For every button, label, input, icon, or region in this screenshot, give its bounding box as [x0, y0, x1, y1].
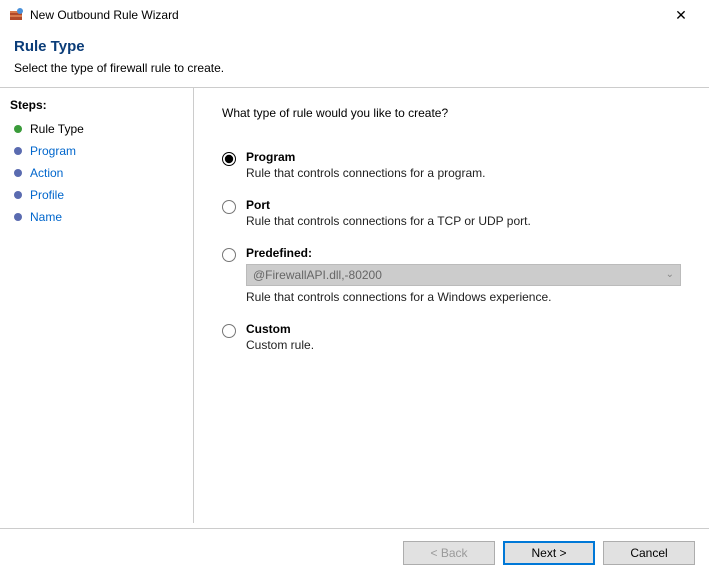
- wizard-footer: < Back Next > Cancel: [0, 528, 709, 576]
- step-name[interactable]: Name: [0, 206, 193, 228]
- step-bullet-icon: [14, 213, 22, 221]
- steps-heading: Steps:: [0, 96, 193, 118]
- step-link[interactable]: Name: [30, 210, 62, 224]
- wizard-content: Steps: Rule Type Program Action Profile …: [0, 87, 709, 523]
- combo-value: @FirewallAPI.dll,-80200: [253, 268, 382, 282]
- option-desc: Rule that controls connections for a TCP…: [246, 214, 681, 228]
- option-desc: Rule that controls connections for a pro…: [246, 166, 681, 180]
- close-button[interactable]: ✕: [661, 0, 701, 30]
- window-title: New Outbound Rule Wizard: [30, 8, 661, 22]
- wizard-main: What type of rule would you like to crea…: [194, 88, 709, 523]
- chevron-down-icon: ⌄: [666, 269, 674, 280]
- step-bullet-icon: [14, 125, 22, 133]
- option-label: Predefined:: [246, 246, 681, 260]
- step-rule-type[interactable]: Rule Type: [0, 118, 193, 140]
- option-port[interactable]: Port Rule that controls connections for …: [222, 198, 681, 228]
- radio-program[interactable]: [222, 152, 236, 166]
- radio-predefined[interactable]: [222, 248, 236, 262]
- step-profile[interactable]: Profile: [0, 184, 193, 206]
- titlebar: New Outbound Rule Wizard ✕: [0, 0, 709, 30]
- wizard-header: Rule Type Select the type of firewall ru…: [0, 30, 709, 87]
- rule-type-question: What type of rule would you like to crea…: [222, 106, 681, 120]
- predefined-combo[interactable]: @FirewallAPI.dll,-80200 ⌄: [246, 264, 681, 286]
- step-link[interactable]: Action: [30, 166, 63, 180]
- step-action[interactable]: Action: [0, 162, 193, 184]
- option-desc: Custom rule.: [246, 338, 681, 352]
- page-title: Rule Type: [14, 38, 695, 55]
- step-link[interactable]: Profile: [30, 188, 64, 202]
- page-subtitle: Select the type of firewall rule to crea…: [14, 61, 695, 75]
- step-bullet-icon: [14, 191, 22, 199]
- step-bullet-icon: [14, 147, 22, 155]
- step-link[interactable]: Rule Type: [30, 122, 84, 136]
- firewall-icon: [8, 7, 24, 23]
- option-predefined[interactable]: Predefined: @FirewallAPI.dll,-80200 ⌄ Ru…: [222, 246, 681, 304]
- step-program[interactable]: Program: [0, 140, 193, 162]
- radio-custom[interactable]: [222, 324, 236, 338]
- step-link[interactable]: Program: [30, 144, 76, 158]
- option-custom[interactable]: Custom Custom rule.: [222, 322, 681, 352]
- back-button: < Back: [403, 541, 495, 565]
- step-bullet-icon: [14, 169, 22, 177]
- option-desc: Rule that controls connections for a Win…: [246, 290, 681, 304]
- radio-port[interactable]: [222, 200, 236, 214]
- next-button[interactable]: Next >: [503, 541, 595, 565]
- cancel-button[interactable]: Cancel: [603, 541, 695, 565]
- option-label: Program: [246, 150, 681, 164]
- option-program[interactable]: Program Rule that controls connections f…: [222, 150, 681, 180]
- option-label: Port: [246, 198, 681, 212]
- steps-sidebar: Steps: Rule Type Program Action Profile …: [0, 88, 194, 523]
- option-label: Custom: [246, 322, 681, 336]
